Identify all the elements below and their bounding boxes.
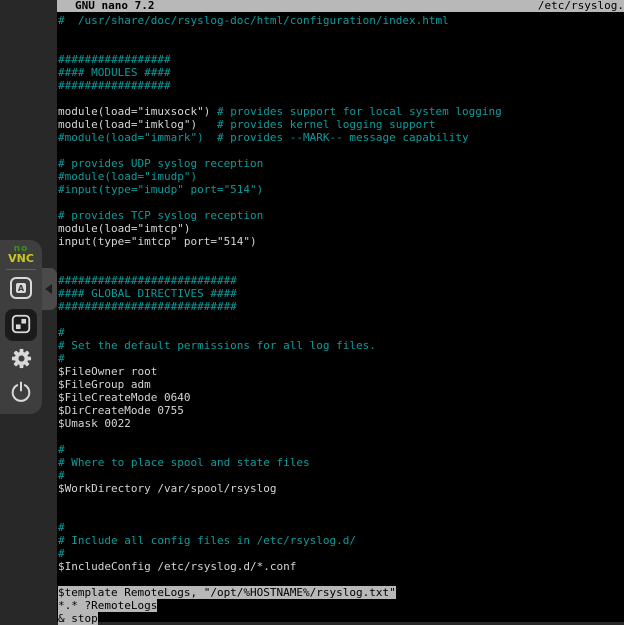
editor-line: # Set the default permissions for all lo… bbox=[57, 339, 624, 352]
editor-line: & stop bbox=[57, 612, 624, 625]
nano-filename: /etc/rsyslog. bbox=[538, 0, 624, 12]
editor-line: input(type="imtcp" port="514") bbox=[57, 235, 624, 248]
svg-text:A: A bbox=[18, 283, 25, 292]
power-icon bbox=[9, 380, 33, 407]
editor-line: ################# bbox=[57, 79, 624, 92]
editor-line bbox=[57, 92, 624, 105]
fullscreen-button[interactable] bbox=[5, 309, 37, 341]
editor-line: # /usr/share/doc/rsyslog-doc/html/config… bbox=[57, 14, 624, 27]
editor-line: $IncludeConfig /etc/rsyslog.d/*.conf bbox=[57, 560, 624, 573]
editor-area[interactable]: # /usr/share/doc/rsyslog-doc/html/config… bbox=[57, 12, 624, 625]
editor-line: # bbox=[57, 521, 624, 534]
editor-line: $Umask 0022 bbox=[57, 417, 624, 430]
fullscreen-icon bbox=[10, 313, 32, 338]
editor-line: # bbox=[57, 469, 624, 482]
editor-line bbox=[57, 248, 624, 261]
editor-line: $WorkDirectory /var/spool/rsyslog bbox=[57, 482, 624, 495]
editor-line bbox=[57, 430, 624, 443]
editor-line bbox=[57, 573, 624, 586]
divider bbox=[6, 269, 36, 270]
editor-line bbox=[57, 40, 624, 53]
editor-line: #module(load="imudp") bbox=[57, 170, 624, 183]
keyboard-button[interactable]: A bbox=[9, 277, 33, 301]
editor-line bbox=[57, 144, 624, 157]
editor-line: # bbox=[57, 326, 624, 339]
editor-line: $FileCreateMode 0640 bbox=[57, 391, 624, 404]
power-button[interactable] bbox=[8, 380, 34, 406]
editor-line bbox=[57, 27, 624, 40]
editor-line bbox=[57, 313, 624, 326]
editor-line: $template RemoteLogs, "/opt/%HOSTNAME%/r… bbox=[57, 586, 624, 599]
editor-line: # bbox=[57, 443, 624, 456]
editor-line: # bbox=[57, 352, 624, 365]
terminal-window: GNU nano 7.2 /etc/rsyslog. # /usr/share/… bbox=[57, 0, 624, 622]
editor-line: ########################### bbox=[57, 300, 624, 313]
editor-line: ########################### bbox=[57, 274, 624, 287]
editor-line bbox=[57, 495, 624, 508]
editor-line bbox=[57, 261, 624, 274]
editor-line: #### GLOBAL DIRECTIVES #### bbox=[57, 287, 624, 300]
editor-line: module(load="imuxsock") # provides suppo… bbox=[57, 105, 624, 118]
nano-app-title: GNU nano 7.2 bbox=[75, 0, 154, 12]
editor-line: module(load="imklog") # provides kernel … bbox=[57, 118, 624, 131]
editor-line: # Include all config files in /etc/rsysl… bbox=[57, 534, 624, 547]
novnc-logo-bottom: VNC bbox=[8, 253, 34, 264]
collapse-arrow-icon bbox=[45, 284, 52, 294]
editor-line: # Where to place spool and state files bbox=[57, 456, 624, 469]
editor-line: # bbox=[57, 547, 624, 560]
a-key-icon: A bbox=[9, 276, 33, 303]
editor-line: #module(load="immark") # provides --MARK… bbox=[57, 131, 624, 144]
editor-line: $FileGroup adm bbox=[57, 378, 624, 391]
editor-line: # provides UDP syslog reception bbox=[57, 157, 624, 170]
nano-title-bar: GNU nano 7.2 /etc/rsyslog. bbox=[57, 0, 624, 12]
gear-icon bbox=[10, 347, 33, 373]
editor-line: module(load="imtcp") bbox=[57, 222, 624, 235]
novnc-logo: no VNC bbox=[8, 245, 34, 264]
editor-line bbox=[57, 196, 624, 209]
novnc-control-bar: no VNC A bbox=[0, 240, 42, 414]
editor-line: $DirCreateMode 0755 bbox=[57, 404, 624, 417]
editor-line: ################# bbox=[57, 53, 624, 66]
editor-line: #### MODULES #### bbox=[57, 66, 624, 79]
editor-line: #input(type="imudp" port="514") bbox=[57, 183, 624, 196]
settings-button[interactable] bbox=[9, 348, 33, 372]
editor-line: *.* ?RemoteLogs bbox=[57, 599, 624, 612]
editor-line: $FileOwner root bbox=[57, 365, 624, 378]
editor-line bbox=[57, 508, 624, 521]
editor-line: # provides TCP syslog reception bbox=[57, 209, 624, 222]
